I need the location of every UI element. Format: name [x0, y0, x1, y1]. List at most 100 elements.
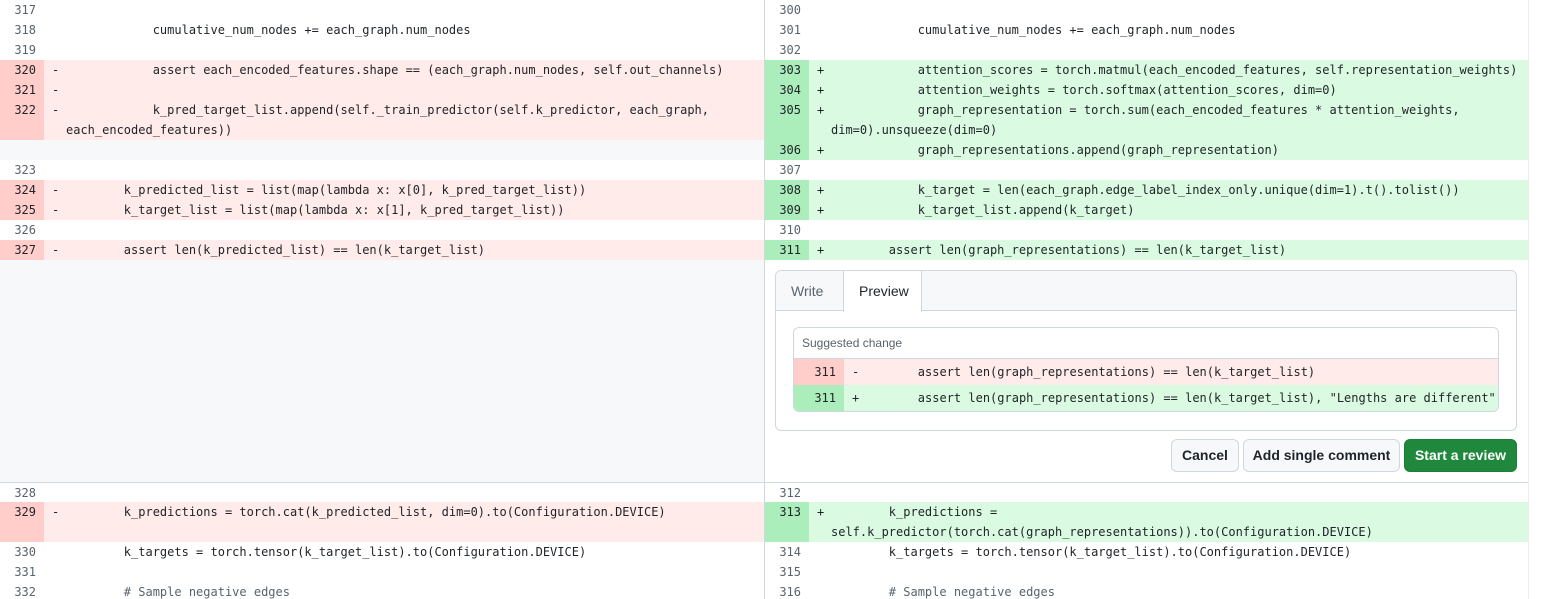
diff-line: 328	[0, 482, 764, 502]
start-review-button[interactable]: Start a review	[1404, 439, 1517, 472]
diff-line: 312	[765, 482, 1528, 502]
code-text: assert len(k_predicted_list) == len(k_ta…	[66, 243, 486, 257]
line-number[interactable]: 329	[0, 502, 44, 542]
diff-line-added: 309 + k_target_list.append(k_target)	[765, 200, 1528, 220]
diff-line-deleted: 324 - k_predicted_list = list(map(lambda…	[0, 180, 764, 200]
diff-sign: +	[817, 183, 825, 197]
diff-line-added: 313 + k_predictions = self.k_predictor(t…	[765, 502, 1528, 542]
line-number[interactable]: 317	[0, 0, 44, 20]
cancel-button[interactable]: Cancel	[1171, 439, 1239, 472]
suggestion-line-deleted: 311 - assert len(graph_representations) …	[794, 359, 1498, 385]
line-number[interactable]: 323	[0, 160, 44, 180]
line-number[interactable]: 324	[0, 180, 44, 200]
code-text: k_target_list.append(k_target)	[831, 203, 1135, 217]
diff-line: 314 k_targets = torch.tensor(k_target_li…	[765, 542, 1528, 562]
diff-sign: -	[852, 365, 860, 379]
diff-line: 315	[765, 562, 1528, 582]
code-text: k_predictions = torch.cat(k_predicted_li…	[66, 505, 666, 519]
line-number[interactable]: 308	[765, 180, 809, 200]
diff-line: 330 k_targets = torch.tensor(k_target_li…	[0, 542, 764, 562]
diff-line-deleted: 320 - assert each_encoded_features.shape…	[0, 60, 764, 80]
line-number[interactable]: 315	[765, 562, 809, 582]
code-text-wrapped: each_encoded_features))	[66, 123, 233, 137]
line-number[interactable]: 304	[765, 80, 809, 100]
code-text: cumulative_num_nodes += each_graph.num_n…	[66, 23, 471, 37]
line-number[interactable]: 300	[765, 0, 809, 20]
line-number[interactable]: 326	[0, 220, 44, 240]
line-number[interactable]: 320	[0, 60, 44, 80]
review-comment-box: Write Preview Suggested change 311 - ass…	[775, 270, 1517, 431]
line-number[interactable]: 328	[0, 483, 44, 502]
line-number[interactable]: 312	[765, 483, 809, 502]
code-text: k_target_list = list(map(lambda x: x[1],…	[66, 203, 565, 217]
diff-line: 319	[0, 40, 764, 60]
line-number[interactable]: 309	[765, 200, 809, 220]
line-number[interactable]: 301	[765, 20, 809, 40]
code-text: attention_scores = torch.matmul(each_enc…	[831, 63, 1518, 77]
tab-write[interactable]: Write	[776, 271, 838, 311]
diff-sign: -	[52, 505, 60, 519]
line-number[interactable]: 331	[0, 562, 44, 582]
line-number[interactable]: 307	[765, 160, 809, 180]
add-single-comment-button[interactable]: Add single comment	[1243, 439, 1400, 472]
code-text: k_targets = torch.tensor(k_target_list).…	[831, 545, 1352, 559]
line-number: 311	[794, 385, 844, 411]
diff-line-deleted: 327 - assert len(k_predicted_list) == le…	[0, 240, 764, 260]
line-number[interactable]: 322	[0, 100, 44, 140]
diff-sign: -	[52, 183, 60, 197]
code-comment: # Sample negative edges	[66, 585, 290, 599]
line-number[interactable]: 306	[765, 140, 809, 160]
line-number[interactable]: 305	[765, 100, 809, 140]
code-text: k_predictions =	[831, 505, 998, 519]
diff-sign: +	[817, 63, 825, 77]
code-text: cumulative_num_nodes += each_graph.num_n…	[831, 23, 1236, 37]
diff-line: 323	[0, 160, 764, 180]
suggestion-line-added: 311 + assert len(graph_representations) …	[794, 385, 1498, 411]
code-text: graph_representation = torch.sum(each_en…	[831, 103, 1460, 117]
line-number[interactable]: 303	[765, 60, 809, 80]
diff-sign: +	[817, 243, 825, 257]
code-text: k_targets = torch.tensor(k_target_list).…	[66, 545, 587, 559]
diff-line-added: 311 + assert len(graph_representations) …	[765, 240, 1528, 260]
line-number[interactable]: 311	[765, 240, 809, 260]
diff-sign: +	[852, 391, 860, 405]
code-text: k_pred_target_list.append(self._train_pr…	[66, 103, 709, 117]
code-text: k_predicted_list = list(map(lambda x: x[…	[66, 183, 587, 197]
line-number[interactable]: 314	[765, 542, 809, 562]
diff-line: 316 # Sample negative edges	[765, 582, 1528, 599]
left-diff-pane: 317 318 cumulative_num_nodes += each_gra…	[0, 0, 764, 599]
diff-line-added: 304 + attention_weights = torch.softmax(…	[765, 80, 1528, 100]
line-number[interactable]: 321	[0, 80, 44, 100]
line-number[interactable]: 325	[0, 200, 44, 220]
line-number[interactable]: 332	[0, 582, 44, 599]
line-number[interactable]: 316	[765, 582, 809, 599]
diff-line-added: 305 + graph_representation = torch.sum(e…	[765, 100, 1528, 140]
tab-preview[interactable]: Preview	[843, 271, 922, 312]
page-gutter	[1528, 0, 1553, 599]
diff-line: 326	[0, 220, 764, 240]
diff-line: 331	[0, 562, 764, 582]
diff-sign: -	[52, 83, 60, 97]
comment-tabs: Write Preview	[776, 271, 1516, 312]
code-text: attention_weights = torch.softmax(attent…	[831, 83, 1337, 97]
line-number[interactable]: 310	[765, 220, 809, 240]
diff-line: 301 cumulative_num_nodes += each_graph.n…	[765, 20, 1528, 40]
diff-sign: +	[817, 83, 825, 97]
diff-sign: +	[817, 103, 825, 117]
line-number[interactable]: 302	[765, 40, 809, 60]
line-number[interactable]: 313	[765, 502, 809, 542]
suggested-change-header: Suggested change	[794, 328, 1498, 359]
code-text: graph_representations.append(graph_repre…	[831, 143, 1279, 157]
diff-line-deleted: 321 -	[0, 80, 764, 100]
code-text-wrapped: self.k_predictor(torch.cat(graph_represe…	[831, 525, 1373, 539]
diff-line: 302	[765, 40, 1528, 60]
line-number[interactable]: 318	[0, 20, 44, 40]
line-number[interactable]: 330	[0, 542, 44, 562]
diff-line: 307	[765, 160, 1528, 180]
diff-line: 332 # Sample negative edges	[0, 582, 764, 599]
line-number[interactable]: 319	[0, 40, 44, 60]
code-text: assert len(graph_representations) == len…	[860, 365, 1316, 379]
diff-line-deleted: 322 - k_pred_target_list.append(self._tr…	[0, 100, 764, 140]
line-number[interactable]: 327	[0, 240, 44, 260]
diff-line-added: 306 + graph_representations.append(graph…	[765, 140, 1528, 160]
